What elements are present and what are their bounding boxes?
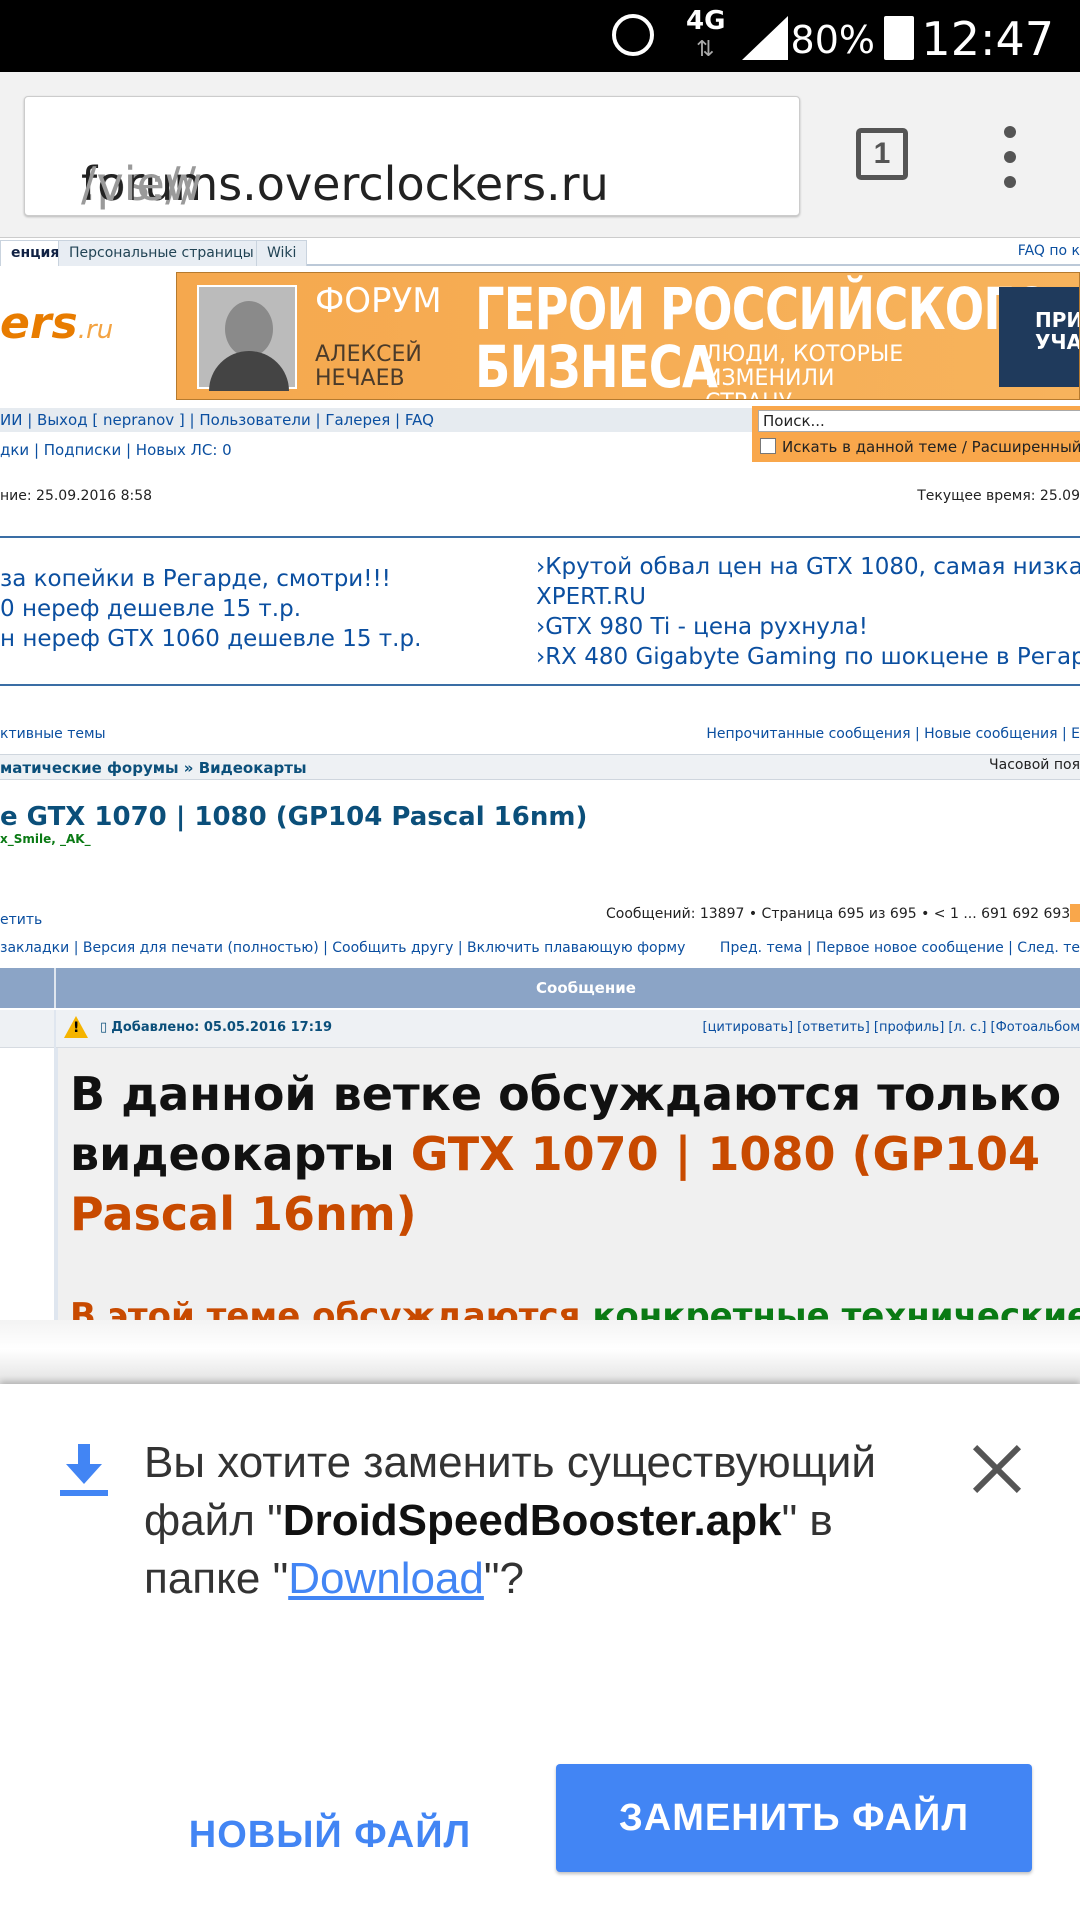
divider (0, 684, 1080, 686)
status-bar: 4G ⇅ 80% 12:47 (0, 0, 1080, 72)
tab-wiki[interactable]: Wiki (256, 240, 308, 266)
ad-link-right-3[interactable]: ›GTX 980 Ti - цена рухнула! (536, 612, 868, 642)
banner-subtitle: ЛЮДИ, КОТОРЫЕ ИЗМЕНИЛИ СТРАНУ (705, 342, 904, 400)
reply-link[interactable]: етить (0, 912, 42, 928)
new-file-button[interactable]: НОВЫЙ ФАЙЛ (160, 1798, 500, 1872)
url-path: /view (81, 157, 203, 211)
topic-nav[interactable]: Пред. тема | Первое новое сообщение | Сл… (720, 940, 1080, 956)
divider (0, 536, 1080, 538)
checkbox[interactable] (760, 438, 776, 454)
ad-link-left-1[interactable]: за копейки в Регарде, смотри!!! (0, 564, 391, 594)
forum-tab-bar: енция Персональные страницы Wiki FAQ по … (0, 238, 1080, 266)
active-topics-link[interactable]: ктивные темы (0, 726, 106, 742)
folder-link[interactable]: Download (288, 1554, 484, 1603)
banner-title-2: БИЗНЕСА (475, 333, 718, 400)
ad-link-left-3[interactable]: н нереф GTX 1060 дешевле 15 т.р. (0, 624, 421, 654)
banner-side: ПРИ УЧА (999, 287, 1079, 387)
download-dialog: Вы хотите заменить существующий файл "Dr… (0, 1384, 1080, 1920)
post-actions[interactable]: [цитировать] [ответить] [профиль] [л. с.… (703, 1020, 1080, 1035)
moderators[interactable]: x_Smile, _AK_ (0, 832, 91, 846)
last-visit: ние: 25.09.2016 8:58 (0, 488, 153, 504)
ad-link-right-4[interactable]: ›RX 480 Gigabyte Gaming по шокцене в Рег… (536, 642, 1080, 672)
breadcrumb-bar: матические форумы » Видеокарты Часовой п… (0, 754, 1080, 780)
ad-link-right-1[interactable]: ›Крутой обвал цен на GTX 1080, самая низ… (536, 552, 1080, 582)
dialog-message: Вы хотите заменить существующий файл "Dr… (144, 1438, 876, 1603)
user-menu[interactable]: ИИ | Выход [ nepranov ] | Пользователи |… (0, 408, 752, 432)
topic-title[interactable]: e GTX 1070 | 1080 (GP104 Pascal 16nm) (0, 802, 587, 832)
portrait-image (197, 285, 297, 391)
browser-toolbar: :ps://forums.overclockers.ru/view 1 (0, 72, 1080, 238)
battery-icon (884, 16, 914, 60)
site-logo[interactable]: ers.ru (0, 298, 113, 349)
banner-forum: ФОРУМ (315, 281, 442, 321)
web-page: енция Персональные страницы Wiki FAQ по … (0, 238, 1080, 1328)
clock: 12:47 (921, 12, 1054, 66)
post-meta-row: ▯ Добавлено: 05.05.2016 17:19 [цитироват… (0, 1010, 1080, 1328)
warning-icon (64, 1016, 88, 1038)
download-icon (60, 1444, 108, 1500)
current-page-marker[interactable] (1070, 904, 1080, 922)
post-date: ▯ Добавлено: 05.05.2016 17:19 (100, 1020, 333, 1035)
pagination[interactable]: Сообщений: 13897 • Страница 695 из 695 •… (606, 906, 1080, 922)
overflow-menu-icon[interactable] (1000, 126, 1020, 190)
topic-tools[interactable]: закладки | Версия для печати (полностью)… (0, 940, 685, 956)
file-name: DroidSpeedBooster.apk (282, 1496, 782, 1545)
ad-link-left-2[interactable]: 0 нереф дешевле 15 т.р. (0, 594, 301, 624)
user-menu-2[interactable]: дки | Подписки | Новых ЛС: 0 (0, 438, 752, 462)
current-time: Текущее время: 25.09 (917, 488, 1080, 504)
battery-percent: 80% (790, 18, 875, 62)
timezone: Часовой поя (989, 757, 1080, 773)
search-in-topic[interactable]: Искать в данной теме / Расширенный п (760, 436, 1080, 458)
column-message: Сообщение (536, 979, 636, 997)
post-heading: В данной ветке обсуждаются только видеок… (70, 1067, 1062, 1241)
network-type: 4G (686, 6, 726, 36)
ad-banner[interactable]: ФОРУМ АЛЕКСЕЙ НЕЧАЕВ ГЕРОИ РОССИЙСКОГО Б… (176, 272, 1080, 400)
post-body: В данной ветке обсуждаются только видеок… (56, 1048, 1080, 1328)
close-icon[interactable] (972, 1444, 1022, 1494)
sheet-shadow (0, 1320, 1080, 1384)
alarm-icon (612, 14, 654, 56)
faq-link[interactable]: FAQ по к (1018, 243, 1080, 259)
tab-switcher-button[interactable]: 1 (856, 128, 908, 180)
search-panel: Поиск... Искать в данной теме / Расширен… (752, 406, 1080, 462)
tab-personal-pages[interactable]: Персональные страницы (58, 240, 265, 266)
signal-icon (742, 16, 788, 60)
banner-name: АЛЕКСЕЙ НЕЧАЕВ (315, 342, 422, 391)
breadcrumb[interactable]: матические форумы » Видеокарты (0, 759, 307, 777)
posts-header: Сообщение (0, 968, 1080, 1008)
ad-link-right-2[interactable]: XPERT.RU (536, 582, 646, 612)
data-arrows-icon: ⇅ (696, 36, 715, 61)
replace-file-button[interactable]: ЗАМЕНИТЬ ФАЙЛ (556, 1764, 1032, 1872)
search-input[interactable]: Поиск... (758, 410, 1080, 432)
unread-links[interactable]: Непрочитанные сообщения | Новые сообщени… (706, 726, 1080, 742)
address-bar[interactable]: :ps://forums.overclockers.ru/view (24, 96, 800, 216)
